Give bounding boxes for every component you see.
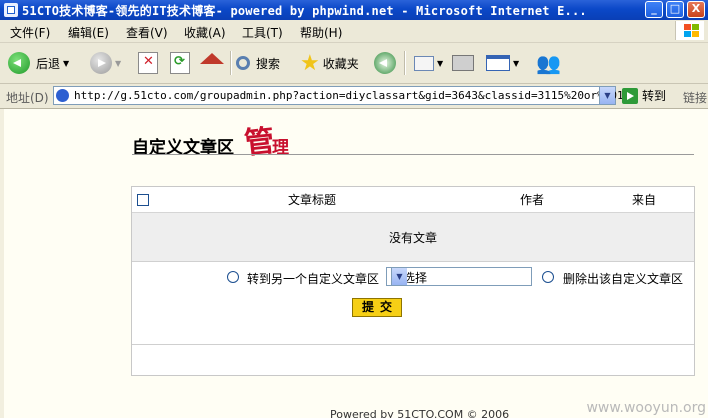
- heading-divider: [132, 154, 694, 155]
- page-globe-icon: [56, 89, 69, 102]
- messenger-people-icon: 👥: [536, 51, 561, 75]
- target-area-select[interactable]: 请选择 ▼: [386, 267, 532, 286]
- menu-edit[interactable]: 编辑(E): [68, 24, 109, 41]
- refresh-icon: ⟳: [170, 52, 190, 74]
- messenger-button[interactable]: 👥: [536, 49, 561, 77]
- refresh-button[interactable]: ⟳: [170, 49, 190, 77]
- address-input[interactable]: http://g.51cto.com/groupadmin.php?action…: [53, 86, 637, 105]
- empty-message: 没有文章: [388, 231, 437, 245]
- home-button[interactable]: [200, 49, 224, 77]
- go-arrow-icon: [622, 87, 638, 104]
- table-header: 文章标题 作者 来自: [132, 187, 694, 213]
- go-label: 转到: [642, 89, 667, 103]
- search-button[interactable]: 搜索: [236, 49, 280, 77]
- stop-button[interactable]: ✕: [138, 49, 158, 77]
- menu-help[interactable]: 帮助(H): [300, 24, 342, 41]
- back-button[interactable]: 后退 ▼: [8, 49, 69, 77]
- back-dropdown-icon[interactable]: ▼: [63, 59, 69, 68]
- back-arrow-icon: [8, 52, 30, 74]
- go-button[interactable]: 转到: [622, 87, 666, 104]
- empty-row: 没有文章: [132, 213, 694, 262]
- edit-button[interactable]: ▼: [486, 49, 519, 77]
- column-author: 作者: [520, 193, 545, 207]
- remove-label: 删除出该自定义文章区: [563, 272, 684, 286]
- remove-radio[interactable]: [542, 271, 554, 283]
- close-button[interactable]: X: [687, 1, 705, 18]
- column-title: 文章标题: [288, 193, 337, 207]
- maximize-button[interactable]: □: [666, 1, 684, 18]
- favorites-star-icon: ★: [300, 50, 320, 76]
- address-label: 地址(D): [6, 91, 49, 105]
- history-button[interactable]: [374, 49, 396, 77]
- edit-page-icon: [486, 55, 510, 71]
- action-row: 转到另一个自定义文章区 请选择 ▼ 删除出该自定义文章区 提交: [132, 262, 694, 345]
- mail-dropdown-icon[interactable]: ▼: [437, 59, 443, 68]
- home-icon: [200, 52, 224, 64]
- page-content: 自定义文章区 管 理 文章标题 作者 来自 没有文章 转到另一个自定义文章区 请…: [0, 109, 708, 418]
- links-label[interactable]: 链接: [683, 89, 707, 106]
- article-panel: 文章标题 作者 来自 没有文章 转到另一个自定义文章区 请选择 ▼ 删除出该自定…: [131, 186, 695, 376]
- watermark: www.wooyun.org: [586, 400, 706, 416]
- address-url: http://g.51cto.com/groupadmin.php?action…: [74, 89, 637, 102]
- history-clock-icon: [374, 52, 396, 74]
- mail-button[interactable]: ▼: [414, 49, 443, 77]
- ie-app-icon: [4, 3, 18, 17]
- menu-bar: 文件(F) 编辑(E) 查看(V) 收藏(A) 工具(T) 帮助(H): [0, 20, 708, 43]
- toolbar-separator: [404, 51, 406, 75]
- forward-arrow-icon: [90, 52, 112, 74]
- menu-tools[interactable]: 工具(T): [242, 24, 283, 41]
- address-dropdown-icon[interactable]: ▼: [599, 87, 615, 104]
- menu-favorites[interactable]: 收藏(A): [184, 24, 226, 41]
- search-label: 搜索: [256, 56, 281, 71]
- minimize-button[interactable]: _: [645, 1, 663, 18]
- content-left-edge: [0, 109, 4, 418]
- favorites-button[interactable]: ★ 收藏夹: [300, 49, 359, 77]
- move-to-radio[interactable]: [227, 271, 239, 283]
- select-dropdown-icon[interactable]: ▼: [391, 268, 407, 285]
- window-title-bar[interactable]: 51CTO技术博客-领先的IT技术博客- powered by phpwind.…: [0, 0, 708, 20]
- footer-text: Powered by 51CTO.COM © 2006: [330, 408, 510, 418]
- address-bar: 地址(D) http://g.51cto.com/groupadmin.php?…: [0, 84, 708, 109]
- window-title: 51CTO技术博客-领先的IT技术博客- powered by phpwind.…: [22, 4, 587, 18]
- edit-dropdown-icon[interactable]: ▼: [513, 59, 519, 68]
- windows-logo-icon: [675, 21, 704, 40]
- back-label: 后退: [36, 56, 61, 71]
- favorites-label: 收藏夹: [322, 56, 359, 71]
- stop-icon: ✕: [138, 52, 158, 74]
- menu-view[interactable]: 查看(V): [126, 24, 168, 41]
- forward-dropdown-icon[interactable]: ▼: [115, 59, 121, 68]
- mail-icon: [414, 55, 434, 71]
- select-all-checkbox[interactable]: [137, 194, 149, 206]
- column-source: 来自: [632, 193, 657, 207]
- move-to-label: 转到另一个自定义文章区: [247, 272, 380, 286]
- toolbar-separator: [230, 51, 232, 75]
- printer-icon: [452, 55, 474, 71]
- menu-file[interactable]: 文件(F): [10, 24, 50, 41]
- print-button[interactable]: [452, 49, 474, 77]
- submit-button[interactable]: 提交: [352, 298, 402, 317]
- search-icon: [236, 56, 250, 70]
- forward-button[interactable]: ▼: [90, 49, 121, 77]
- toolbar: 后退 ▼ ▼ ✕ ⟳ 搜索 ★ 收藏夹 ▼ ▼ 👥: [0, 43, 708, 84]
